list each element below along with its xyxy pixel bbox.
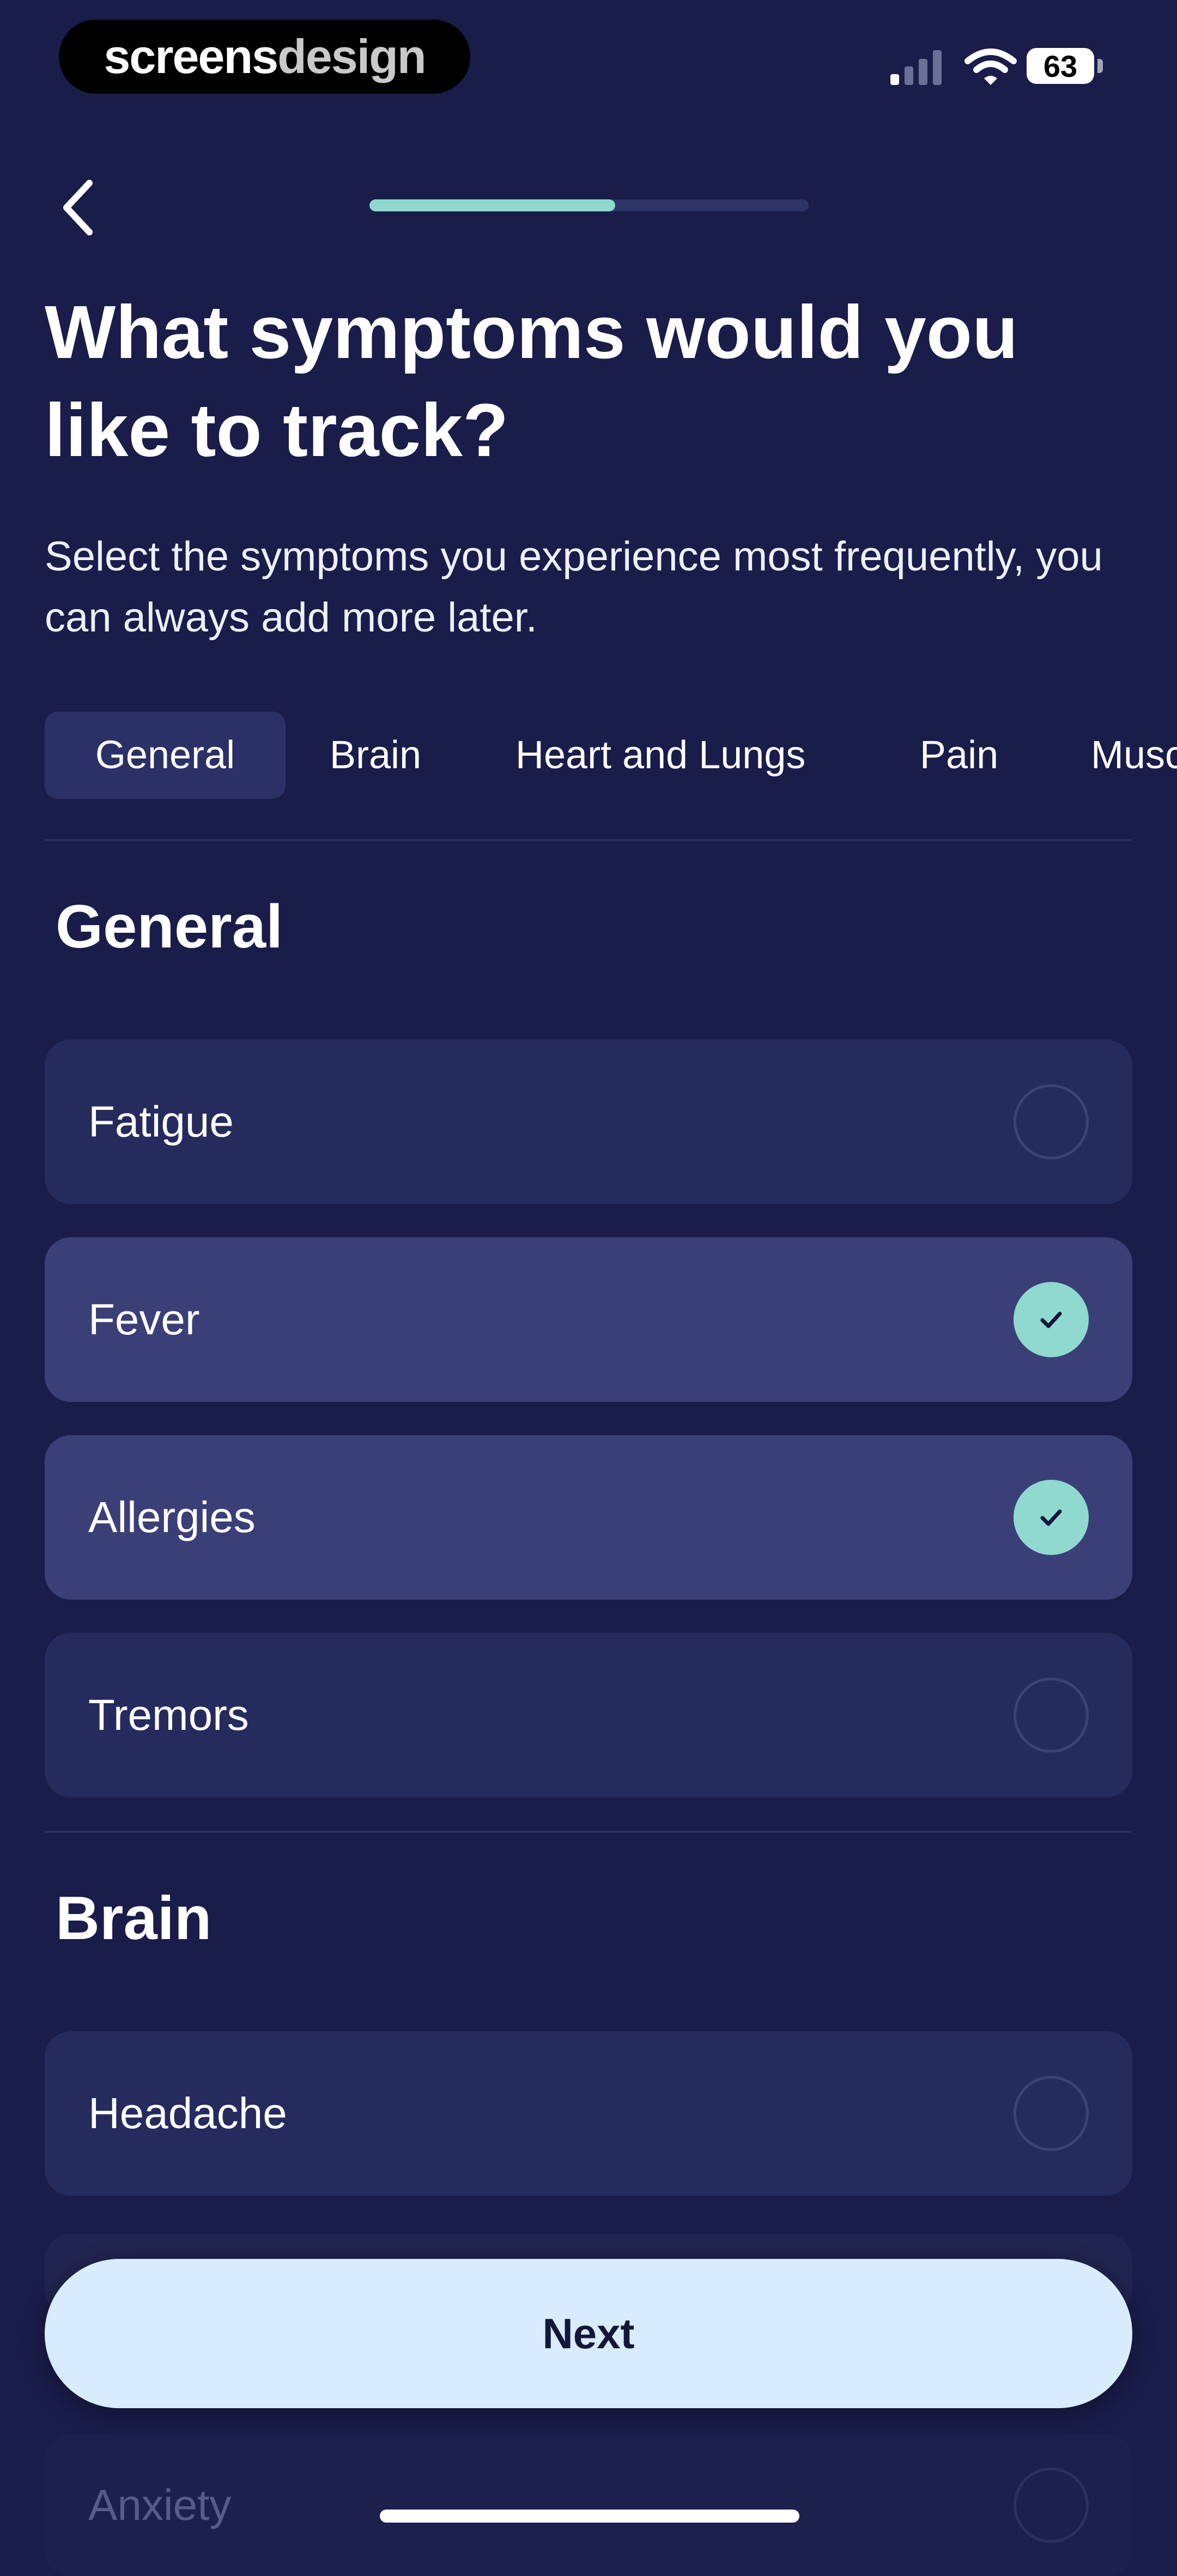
tab-general[interactable]: General	[45, 712, 286, 799]
battery-level: 63	[1043, 48, 1078, 83]
radio-unchecked-icon[interactable]	[1014, 1084, 1089, 1159]
battery-icon: 63	[1027, 48, 1094, 84]
tab-pain[interactable]: Pain	[920, 712, 998, 799]
radio-unchecked-icon[interactable]	[1014, 1678, 1089, 1753]
radio-unchecked-icon[interactable]	[1014, 2076, 1089, 2151]
progress-bar	[369, 199, 809, 211]
symptom-label: Anxiety	[88, 2481, 232, 2529]
symptom-label: Allergies	[88, 1493, 256, 1541]
symptom-label: Tremors	[88, 1691, 249, 1739]
brand-logo-part2: design	[277, 29, 427, 83]
home-indicator	[380, 2510, 799, 2523]
tab-label: Brain	[330, 733, 422, 777]
symptom-label: Fatigue	[88, 1097, 234, 1146]
radio-unchecked-icon[interactable]	[1014, 2468, 1089, 2543]
symptom-row-tremors[interactable]: Tremors	[45, 1633, 1132, 1797]
tab-label: General	[95, 733, 235, 777]
tabs-divider	[45, 839, 1132, 841]
checkmark-icon[interactable]	[1014, 1282, 1089, 1357]
symptom-label: Headache	[88, 2089, 287, 2137]
tab-heart-and-lungs[interactable]: Heart and Lungs	[515, 712, 805, 799]
page-title: What symptoms would you like to track?	[45, 290, 1018, 472]
symptom-row-fever[interactable]: Fever	[45, 1237, 1132, 1402]
section-divider	[45, 1831, 1132, 1833]
page-subtitle: Select the symptoms you experience most …	[45, 533, 1103, 641]
status-icons: 63	[888, 45, 1106, 88]
tab-label: Muscles	[1091, 733, 1177, 777]
back-button[interactable]	[48, 172, 108, 243]
category-tabs: General Brain Heart and Lungs Pain Muscl…	[45, 712, 1177, 799]
tab-brain[interactable]: Brain	[330, 712, 421, 799]
symptom-row-anxiety[interactable]: Anxiety	[45, 2434, 1132, 2576]
brand-logo-part1: screens	[104, 29, 278, 83]
chevron-left-icon	[63, 180, 93, 235]
next-button[interactable]: Next	[45, 2259, 1132, 2408]
checkmark-icon[interactable]	[1014, 1480, 1089, 1555]
tab-label: Heart and Lungs	[515, 733, 806, 777]
battery-cap	[1097, 59, 1103, 73]
symptom-row-fatigue[interactable]: Fatigue	[45, 1040, 1132, 1204]
section-title-general: General	[56, 892, 283, 961]
symptom-row-allergies[interactable]: Allergies	[45, 1435, 1132, 1600]
symptom-label: Fever	[88, 1295, 200, 1344]
section-title-brain: Brain	[56, 1884, 212, 1952]
wifi-icon	[964, 48, 1017, 85]
brand-logo: screens design	[59, 20, 470, 94]
progress-fill	[369, 199, 616, 211]
symptom-row-headache[interactable]: Headache	[45, 2031, 1132, 2196]
tab-label: Pain	[920, 733, 999, 777]
signal-icon	[890, 50, 942, 85]
tab-muscles[interactable]: Muscles	[1091, 712, 1177, 799]
